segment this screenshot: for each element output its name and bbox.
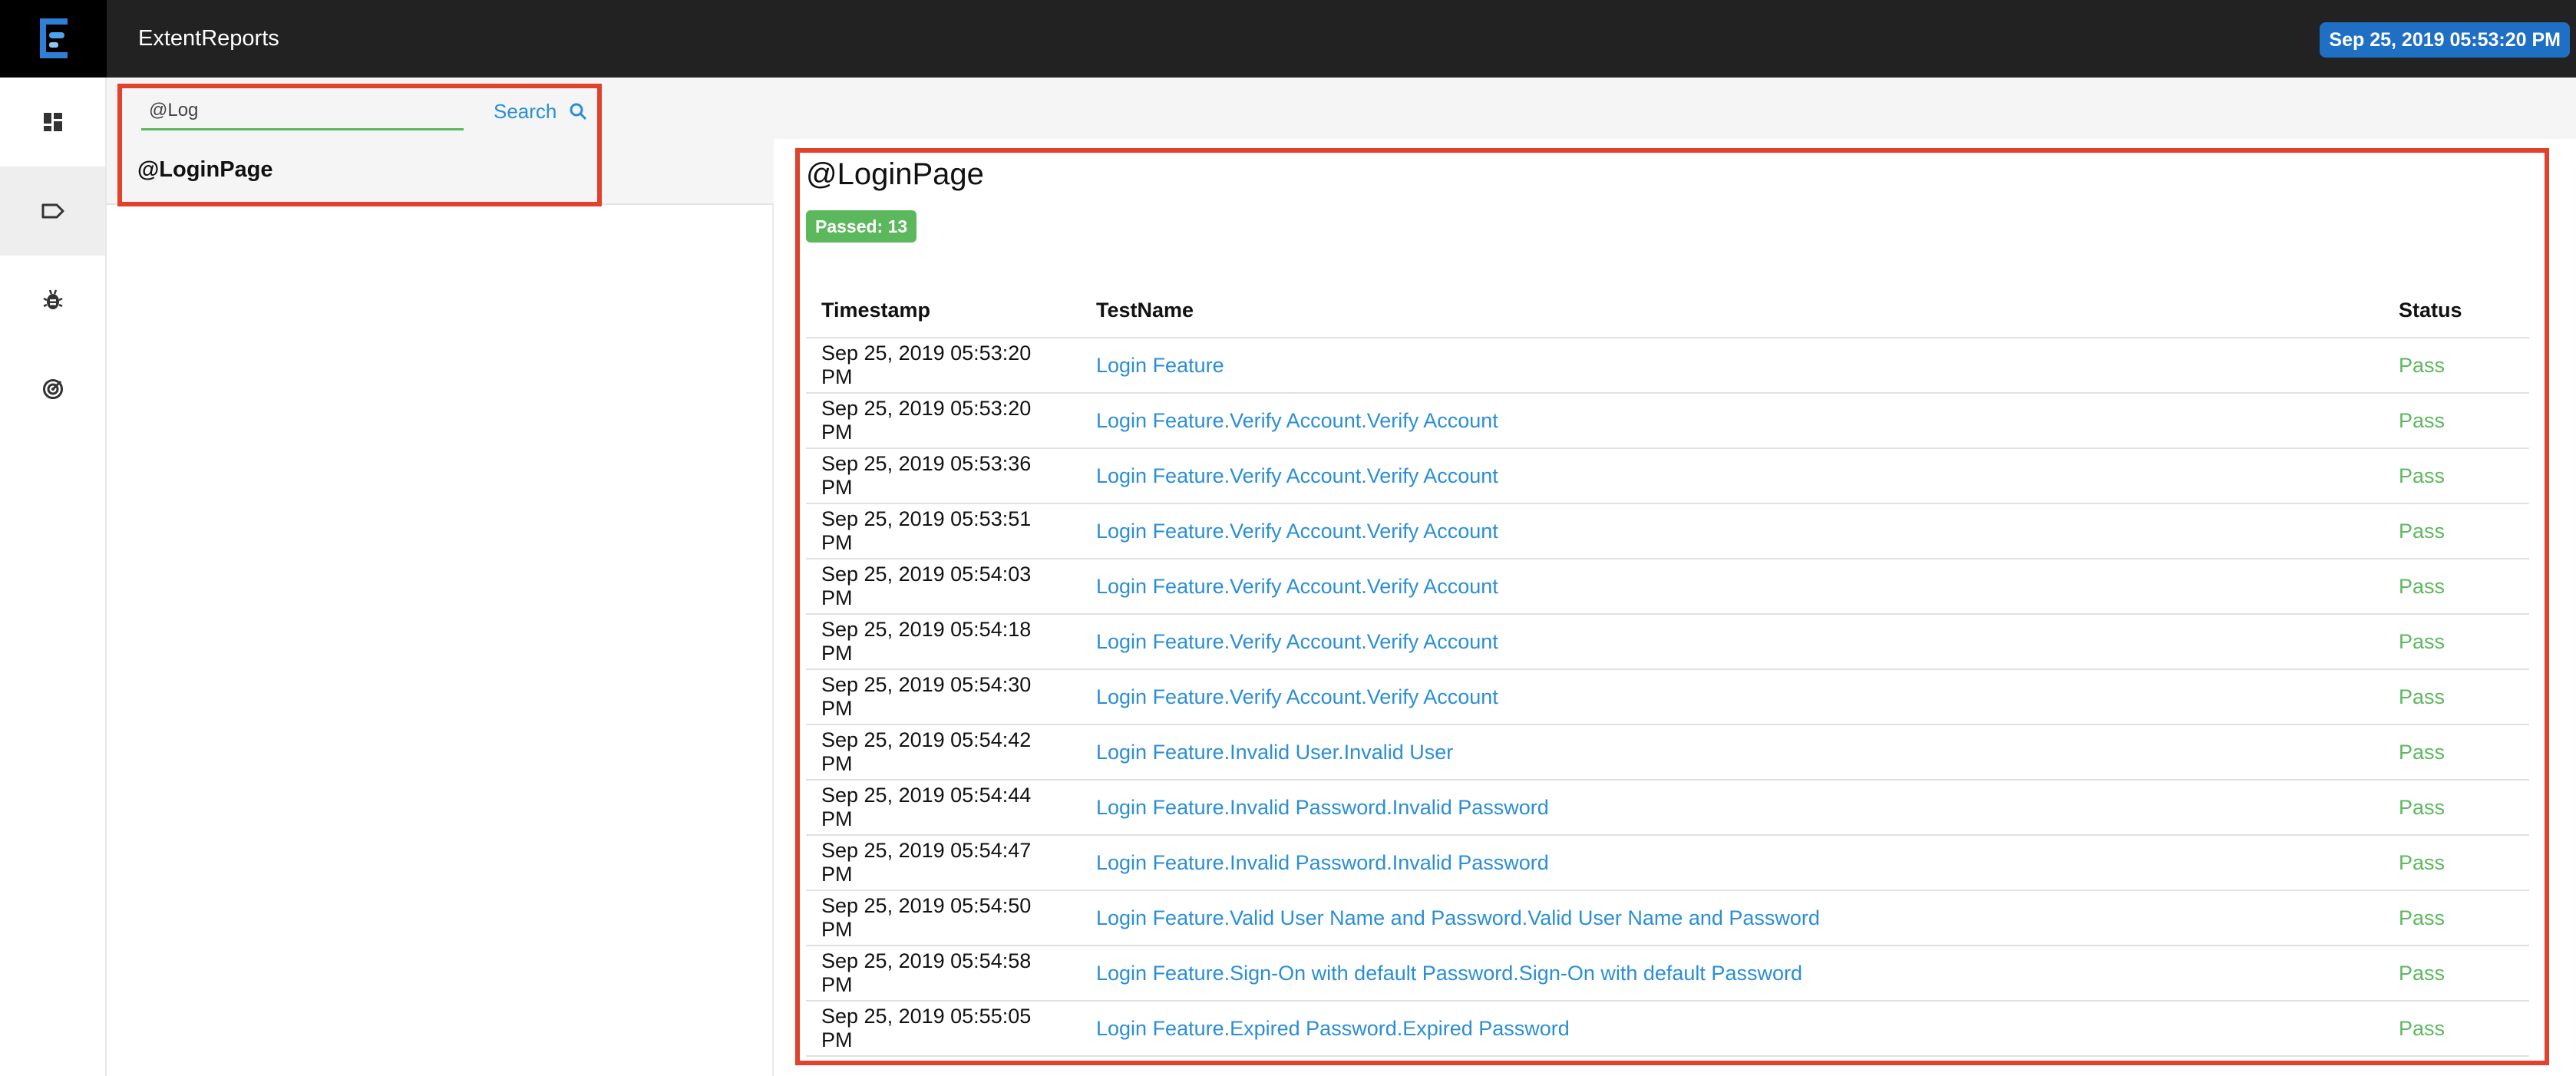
row-status: Pass [2383,669,2529,725]
sidebar [0,78,107,1076]
logo[interactable] [0,0,107,78]
table-row: Sep 25, 2019 05:53:20 PM Login Feature P… [806,338,2529,394]
dashboard-icon [43,113,62,131]
row-test-name-link[interactable]: Login Feature.Verify Account.Verify Acco… [1081,503,2383,559]
top-navbar: ExtentReports Sep 25, 2019 05:53:20 PM [0,0,2576,78]
row-test-name-link[interactable]: Login Feature.Verify Account.Verify Acco… [1081,393,2383,449]
table-row: Sep 25, 2019 05:54:42 PM Login Feature.I… [806,724,2529,781]
passed-count-badge: Passed: 13 [806,210,917,243]
row-test-name-link[interactable]: Login Feature.Verify Account.Verify Acco… [1081,669,2383,725]
table-row: Sep 25, 2019 05:53:20 PM Login Feature.V… [806,393,2529,449]
row-status: Pass [2383,835,2529,891]
row-test-name-link[interactable]: Login Feature.Verify Account.Verify Acco… [1081,614,2383,670]
tag-list-panel [107,139,774,1076]
sidebar-item-exceptions[interactable] [0,256,105,345]
row-timestamp: Sep 25, 2019 05:54:44 PM [806,780,1081,836]
tag-icon [41,203,64,219]
table-row: Sep 25, 2019 05:53:36 PM Login Feature.V… [806,448,2529,504]
row-test-name-link[interactable]: Login Feature.Sign-On with default Passw… [1081,946,2383,1002]
row-status: Pass [2383,448,2529,504]
test-table: Timestamp TestName Status Sep 25, 2019 0… [806,284,2529,1057]
row-timestamp: Sep 25, 2019 05:54:58 PM [806,946,1081,1002]
table-row: Sep 25, 2019 05:54:47 PM Login Feature.I… [806,835,2529,891]
row-status: Pass [2383,338,2529,394]
column-header-timestamp: Timestamp [806,284,1081,338]
row-test-name-link[interactable]: Login Feature.Invalid User.Invalid User [1081,724,2383,781]
row-test-name-link[interactable]: Login Feature.Verify Account.Verify Acco… [1081,559,2383,615]
row-status: Pass [2383,393,2529,449]
row-timestamp: Sep 25, 2019 05:54:47 PM [806,835,1081,891]
table-row: Sep 25, 2019 05:54:50 PM Login Feature.V… [806,890,2529,946]
row-test-name-link[interactable]: Login Feature.Verify Account.Verify Acco… [1081,448,2383,504]
table-row: Sep 25, 2019 05:54:18 PM Login Feature.V… [806,614,2529,670]
table-row: Sep 25, 2019 05:53:51 PM Login Feature.V… [806,503,2529,559]
table-row: Sep 25, 2019 05:54:58 PM Login Feature.S… [806,946,2529,1002]
table-row: Sep 25, 2019 05:54:30 PM Login Feature.V… [806,669,2529,725]
row-timestamp: Sep 25, 2019 05:53:20 PM [806,338,1081,394]
row-timestamp: Sep 25, 2019 05:53:20 PM [806,393,1081,449]
sidebar-item-timeline[interactable] [0,345,105,434]
row-test-name-link[interactable]: Login Feature.Invalid Password.Invalid P… [1081,780,2383,836]
table-row: Sep 25, 2019 05:54:03 PM Login Feature.V… [806,559,2529,615]
sidebar-item-dashboard[interactable] [0,78,105,167]
extent-logo-icon [40,18,68,58]
table-header-row: Timestamp TestName Status [806,284,2529,338]
row-status: Pass [2383,614,2529,670]
sidebar-item-tags[interactable] [0,167,105,256]
radar-icon [42,379,63,399]
table-row: Sep 25, 2019 05:55:05 PM Login Feature.E… [806,1001,2529,1057]
row-test-name-link[interactable]: Login Feature.Valid User Name and Passwo… [1081,890,2383,946]
row-timestamp: Sep 25, 2019 05:53:51 PM [806,503,1081,559]
row-status: Pass [2383,1001,2529,1057]
row-timestamp: Sep 25, 2019 05:54:18 PM [806,614,1081,670]
row-timestamp: Sep 25, 2019 05:54:30 PM [806,669,1081,725]
row-status: Pass [2383,559,2529,615]
row-status: Pass [2383,724,2529,781]
row-timestamp: Sep 25, 2019 05:55:05 PM [806,1001,1081,1057]
row-test-name-link[interactable]: Login Feature.Invalid Password.Invalid P… [1081,835,2383,891]
column-header-status: Status [2383,284,2529,338]
table-row: Sep 25, 2019 05:54:44 PM Login Feature.I… [806,780,2529,836]
row-timestamp: Sep 25, 2019 05:54:50 PM [806,890,1081,946]
row-status: Pass [2383,780,2529,836]
highlight-box-search [117,84,602,206]
row-timestamp: Sep 25, 2019 05:54:42 PM [806,724,1081,781]
row-status: Pass [2383,890,2529,946]
row-status: Pass [2383,503,2529,559]
row-timestamp: Sep 25, 2019 05:54:03 PM [806,559,1081,615]
row-test-name-link[interactable]: Login Feature [1081,338,2383,394]
bug-icon [42,289,63,309]
column-header-testname: TestName [1081,284,2383,338]
row-test-name-link[interactable]: Login Feature.Expired Password.Expired P… [1081,1001,2383,1057]
row-status: Pass [2383,946,2529,1002]
report-date-badge: Sep 25, 2019 05:53:20 PM [2320,22,2570,58]
app-brand: ExtentReports [138,26,279,51]
row-timestamp: Sep 25, 2019 05:53:36 PM [806,448,1081,504]
tag-detail-title: @LoginPage [806,157,984,191]
